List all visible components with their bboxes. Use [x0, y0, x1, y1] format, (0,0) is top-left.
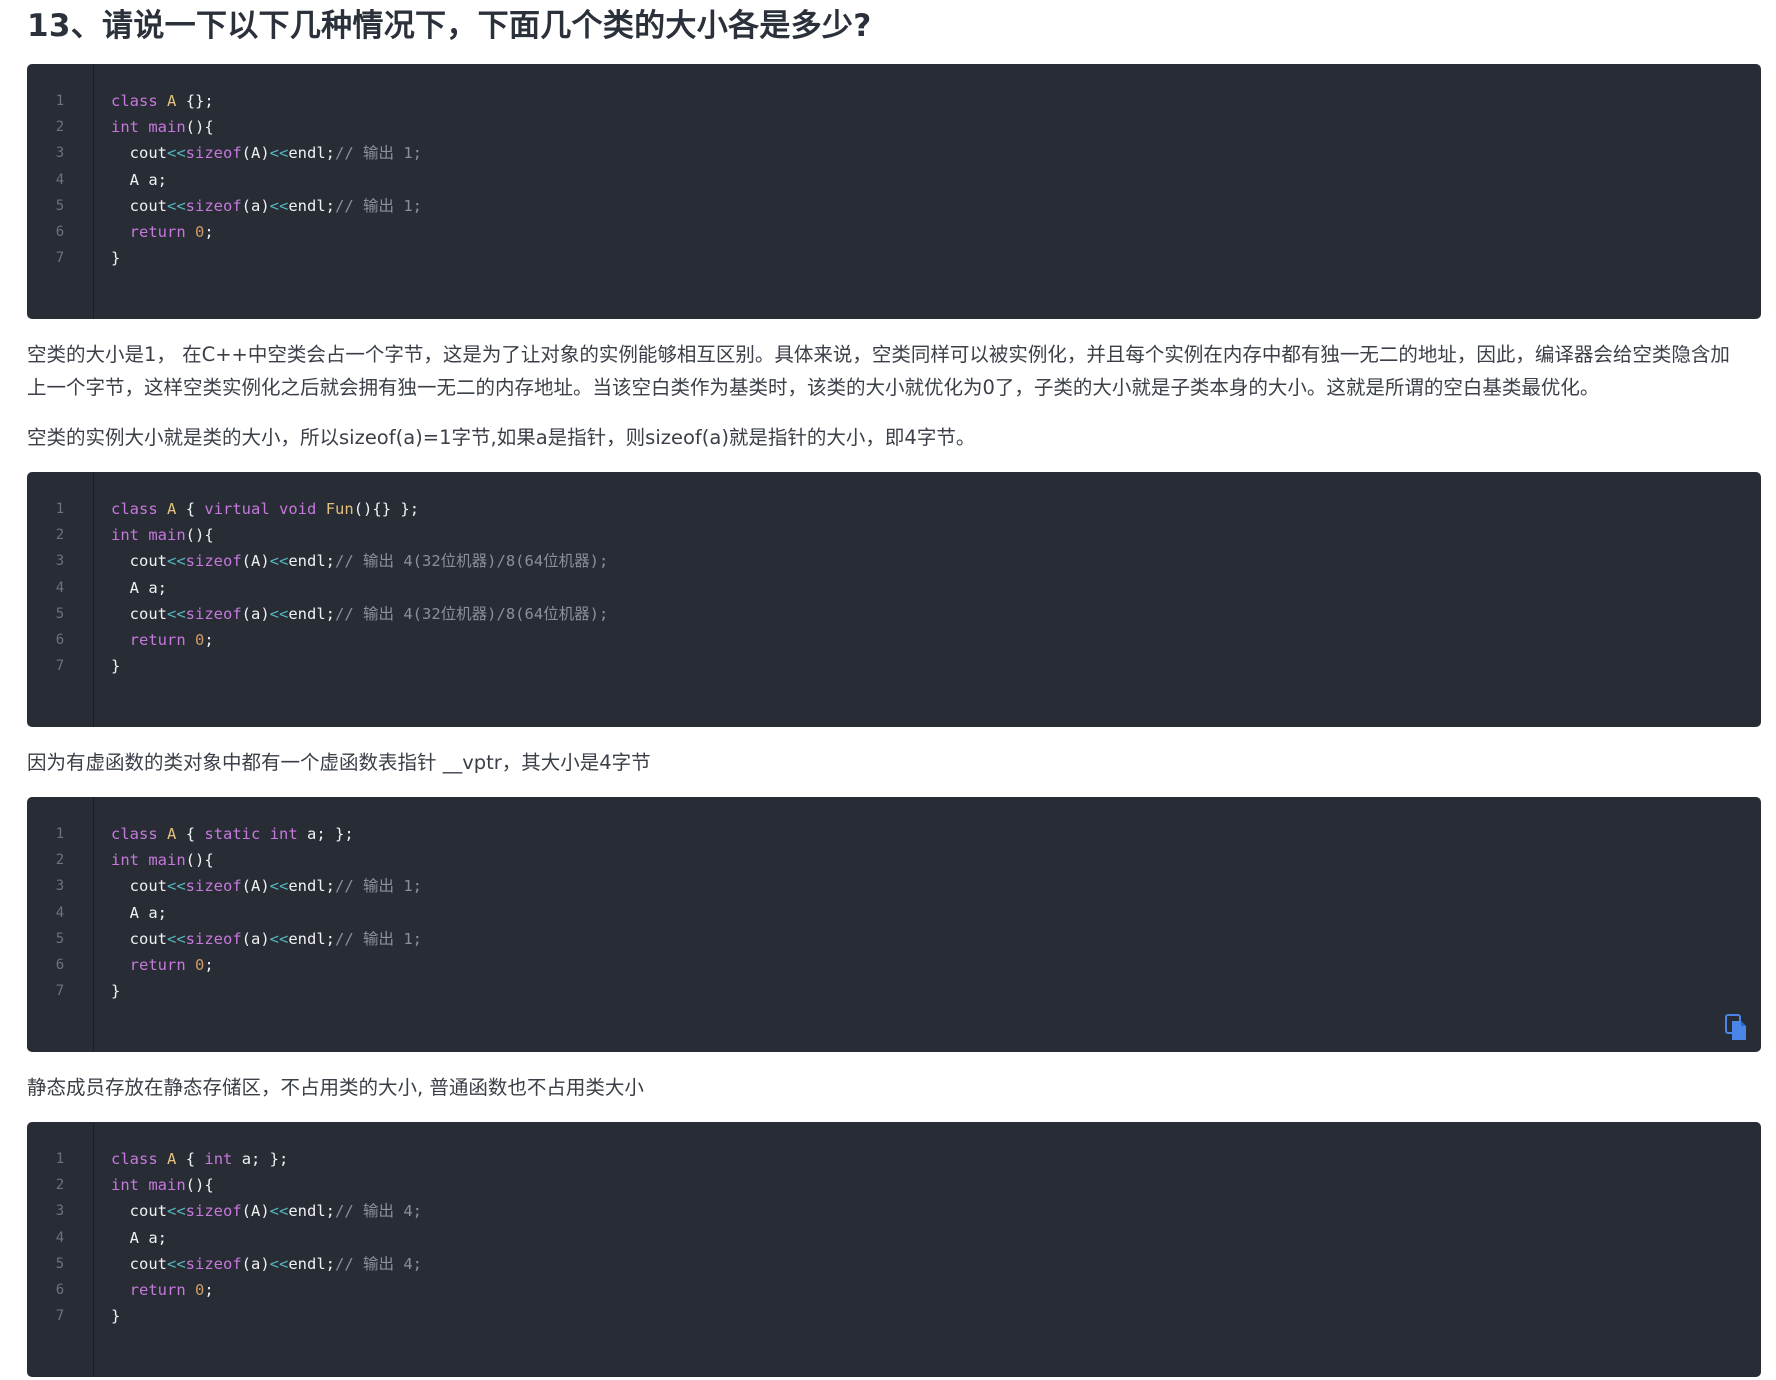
code-block-1: 1 2 3 4 5 6 7 class A {}; int main(){ co… [27, 64, 1761, 319]
code-line[interactable]: cout<<sizeof(a)<<endl;// 输出 1; [111, 196, 422, 216]
line-number: 4 [55, 905, 65, 921]
code-line[interactable]: cout<<sizeof(a)<<endl;// 输出 1; [111, 929, 422, 949]
line-number: 2 [55, 119, 65, 135]
code-line[interactable]: } [111, 981, 120, 1001]
line-number: 1 [55, 501, 65, 517]
line-number: 3 [55, 878, 65, 894]
copy-icon [1725, 1014, 1746, 1040]
line-number: 4 [55, 1230, 65, 1246]
code-line[interactable]: } [111, 248, 120, 268]
line-number: 6 [55, 957, 65, 973]
code-line[interactable]: A a; [111, 578, 167, 598]
paragraph-vptr: 因为有虚函数的类对象中都有一个虚函数表指针 __vptr，其大小是4字节 [27, 751, 651, 774]
line-number: 5 [55, 1256, 65, 1272]
code-line[interactable]: return 0; [111, 630, 214, 650]
line-number: 2 [55, 527, 65, 543]
code-line[interactable]: cout<<sizeof(a)<<endl;// 输出 4(32位机器)/8(6… [111, 604, 609, 624]
line-number: 6 [55, 632, 65, 648]
line-number: 6 [55, 1282, 65, 1298]
code-line[interactable]: } [111, 656, 120, 676]
code-line[interactable]: A a; [111, 1228, 167, 1248]
code-line[interactable]: return 0; [111, 222, 214, 242]
article: 13、请说一下以下几种情况下，下面几个类的大小各是多少? 1 2 3 4 5 6… [0, 0, 1776, 1380]
code-line[interactable]: cout<<sizeof(A)<<endl;// 输出 1; [111, 143, 422, 163]
line-number: 1 [55, 93, 65, 109]
code-line[interactable]: class A { virtual void Fun(){} }; [111, 499, 419, 519]
code-line[interactable]: } [111, 1306, 120, 1326]
line-number: 2 [55, 1177, 65, 1193]
line-number: 3 [55, 145, 65, 161]
line-number-gutter: 1 2 3 4 5 6 7 [27, 472, 94, 727]
question-heading: 13、请说一下以下几种情况下，下面几个类的大小各是多少? [27, 8, 872, 44]
line-number: 7 [55, 1308, 65, 1324]
code-line[interactable]: return 0; [111, 1280, 214, 1300]
line-number-gutter: 1 2 3 4 5 6 7 [27, 64, 94, 319]
code-line[interactable]: int main(){ [111, 1175, 214, 1195]
paragraph-static-member: 静态成员存放在静态存储区，不占用类的大小, 普通函数也不占用类大小 [27, 1076, 644, 1099]
code-line[interactable]: cout<<sizeof(A)<<endl;// 输出 4(32位机器)/8(6… [111, 551, 609, 571]
line-number: 4 [55, 580, 65, 596]
code-line[interactable]: class A { int a; }; [111, 1149, 288, 1169]
paragraph-empty-class: 空类的大小是1， 在C++中空类会占一个字节，这是为了让对象的实例能够相互区别。… [27, 343, 1730, 399]
line-number-gutter: 1 2 3 4 5 6 7 [27, 797, 94, 1052]
code-line[interactable]: class A {}; [111, 91, 214, 111]
line-number: 1 [55, 1151, 65, 1167]
line-number: 5 [55, 606, 65, 622]
line-number: 3 [55, 553, 65, 569]
line-number: 3 [55, 1203, 65, 1219]
line-number: 6 [55, 224, 65, 240]
line-number: 5 [55, 931, 65, 947]
code-line[interactable]: cout<<sizeof(A)<<endl;// 输出 1; [111, 876, 422, 896]
code-line[interactable]: cout<<sizeof(a)<<endl;// 输出 4; [111, 1254, 422, 1274]
code-line[interactable]: int main(){ [111, 117, 214, 137]
line-number: 7 [55, 250, 65, 266]
code-block-2: 1 2 3 4 5 6 7 class A { virtual void Fun… [27, 472, 1761, 727]
line-number: 4 [55, 172, 65, 188]
line-number: 7 [55, 983, 65, 999]
code-block-3: 1 2 3 4 5 6 7 class A { static int a; };… [27, 797, 1761, 1052]
line-number-gutter: 1 2 3 4 5 6 7 [27, 1122, 94, 1377]
line-number: 2 [55, 852, 65, 868]
code-block-4: 1 2 3 4 5 6 7 class A { int a; }; int ma… [27, 1122, 1761, 1377]
code-line[interactable]: A a; [111, 903, 167, 923]
copy-code-button[interactable] [1725, 1014, 1749, 1042]
line-number: 7 [55, 658, 65, 674]
code-line[interactable]: cout<<sizeof(A)<<endl;// 输出 4; [111, 1201, 422, 1221]
line-number: 5 [55, 198, 65, 214]
code-line[interactable]: int main(){ [111, 850, 214, 870]
code-line[interactable]: A a; [111, 170, 167, 190]
code-line[interactable]: int main(){ [111, 525, 214, 545]
code-line[interactable]: class A { static int a; }; [111, 824, 354, 844]
line-number: 1 [55, 826, 65, 842]
code-line[interactable]: return 0; [111, 955, 214, 975]
paragraph-instance-size: 空类的实例大小就是类的大小，所以sizeof(a)=1字节,如果a是指针，则si… [27, 426, 976, 449]
